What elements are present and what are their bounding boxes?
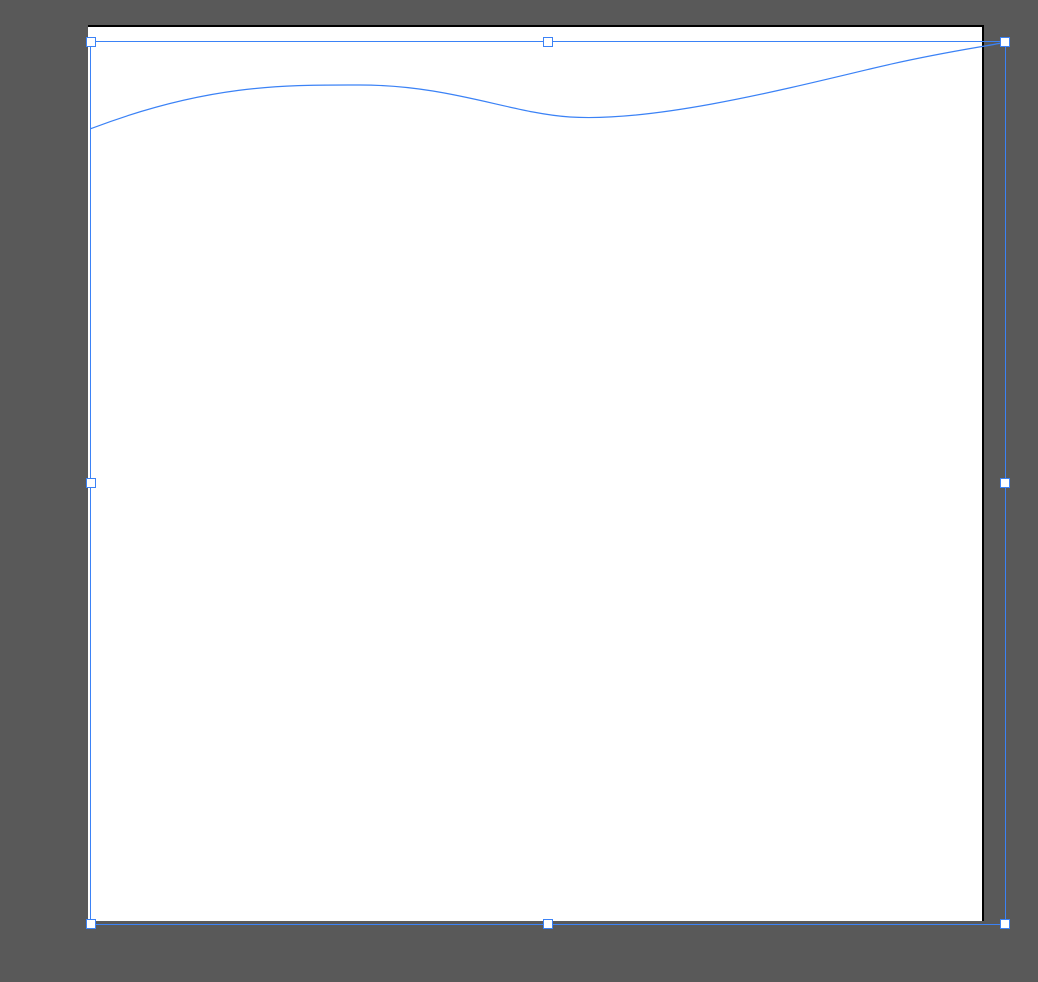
selection-handle-top-right[interactable] xyxy=(1000,37,1010,47)
selection-handle-top-left[interactable] xyxy=(86,37,96,47)
selection-handle-bottom-left[interactable] xyxy=(86,919,96,929)
artboard-background xyxy=(88,27,982,921)
artboard[interactable] xyxy=(88,25,984,921)
selection-handle-bottom-right[interactable] xyxy=(1000,919,1010,929)
selection-handle-middle-right[interactable] xyxy=(1000,478,1010,488)
selection-handle-middle-left[interactable] xyxy=(86,478,96,488)
selection-handle-top-middle[interactable] xyxy=(543,37,553,47)
selection-handle-bottom-middle[interactable] xyxy=(543,919,553,929)
canvas-workspace[interactable] xyxy=(48,0,946,928)
